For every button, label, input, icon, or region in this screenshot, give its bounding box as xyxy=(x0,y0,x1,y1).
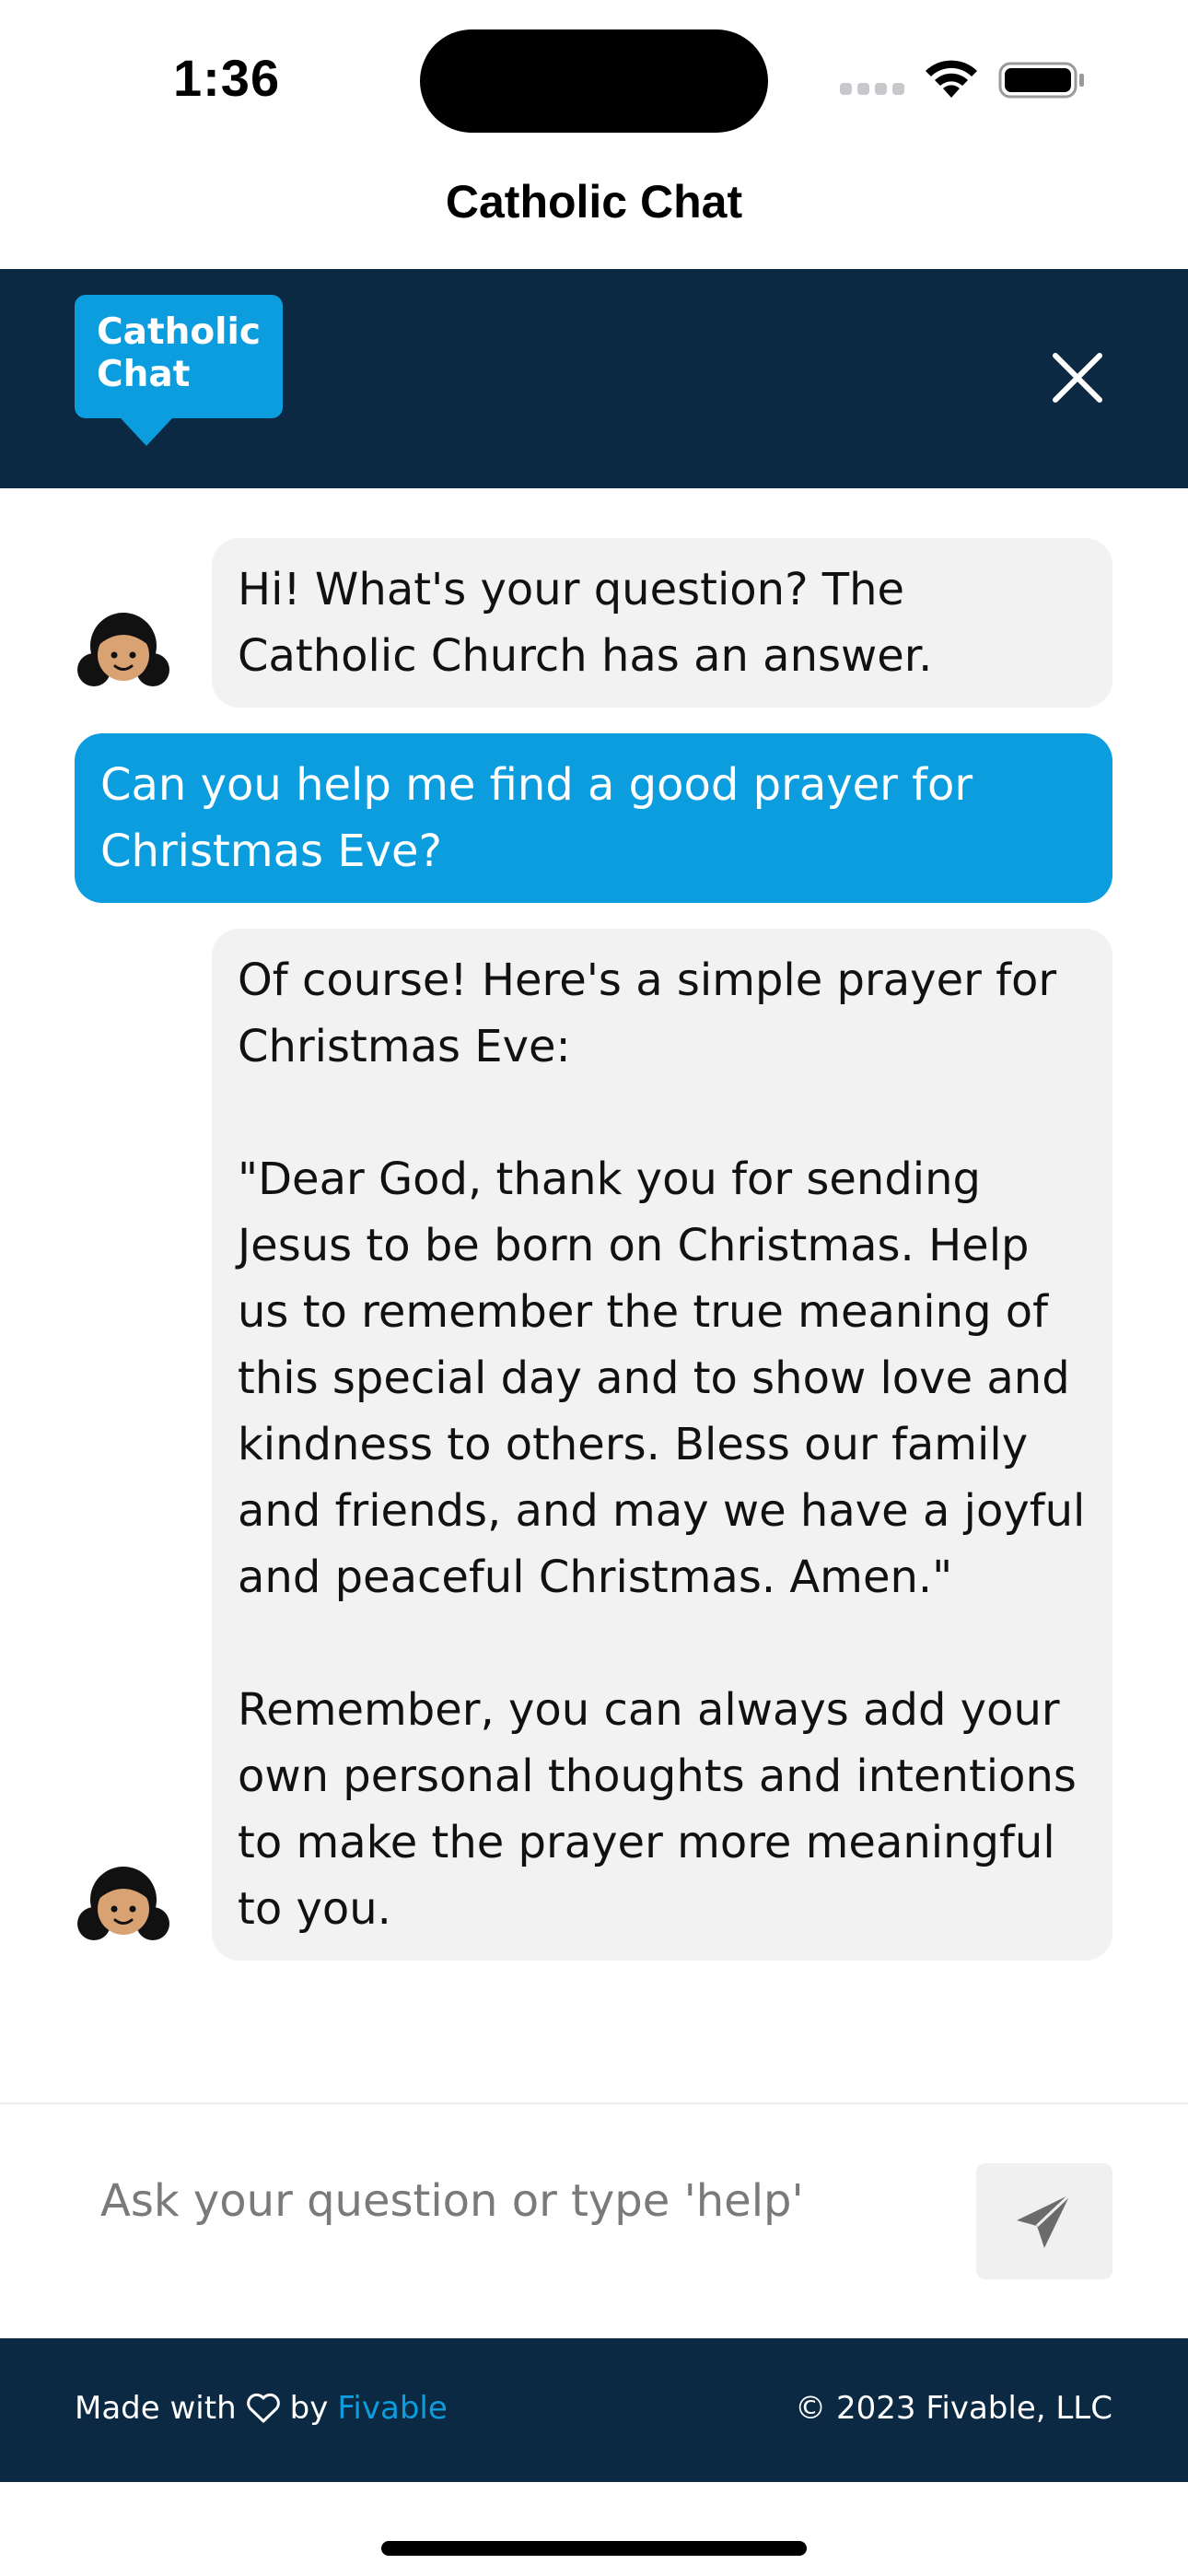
battery-icon xyxy=(998,62,1084,99)
message-input[interactable] xyxy=(75,2150,959,2252)
fivable-link[interactable]: Fivable xyxy=(337,2390,447,2427)
girl-avatar-icon xyxy=(77,1867,169,1940)
logo-text: Catholic Chat xyxy=(97,311,261,395)
cellular-signal-icon xyxy=(840,83,906,98)
close-icon xyxy=(1053,353,1102,403)
bot-message: Of course! Here's a simple prayer for Ch… xyxy=(212,929,1112,1961)
footer-made-with: Made with xyxy=(75,2390,237,2427)
user-message: Can you help me find a good prayer for C… xyxy=(75,733,1112,903)
footer-credit: Made with by Fivable xyxy=(75,2390,448,2427)
bot-message: Hi! What's your question? The Catholic C… xyxy=(212,538,1112,708)
message-composer xyxy=(0,2102,1188,2338)
heart-icon xyxy=(246,2393,280,2423)
home-indicator xyxy=(381,2541,807,2556)
girl-avatar-icon xyxy=(77,613,169,686)
chat-header: Catholic Chat xyxy=(0,269,1188,488)
footer-by: by xyxy=(289,2390,329,2427)
send-button[interactable] xyxy=(976,2163,1112,2279)
status-bar: 1:36 xyxy=(0,0,1188,157)
close-button[interactable] xyxy=(1041,341,1114,415)
send-icon xyxy=(1017,2193,1072,2248)
message-list: Hi! What's your question? The Catholic C… xyxy=(0,488,1188,2101)
footer-copyright: © 2023 Fivable, LLC xyxy=(795,2390,1112,2427)
logo-speech-tail xyxy=(121,418,172,446)
page: 1:36 Catholic Chat Catholic Chat Hi! Wha… xyxy=(0,0,1188,2576)
wifi-icon xyxy=(926,60,977,98)
footer: Made with by Fivable © 2023 Fivable, LLC xyxy=(0,2338,1188,2482)
nav-title: Catholic Chat xyxy=(445,176,743,228)
dynamic-island xyxy=(420,29,768,133)
catholic-chat-logo: Catholic Chat xyxy=(75,295,283,446)
status-time: 1:36 xyxy=(173,49,281,107)
